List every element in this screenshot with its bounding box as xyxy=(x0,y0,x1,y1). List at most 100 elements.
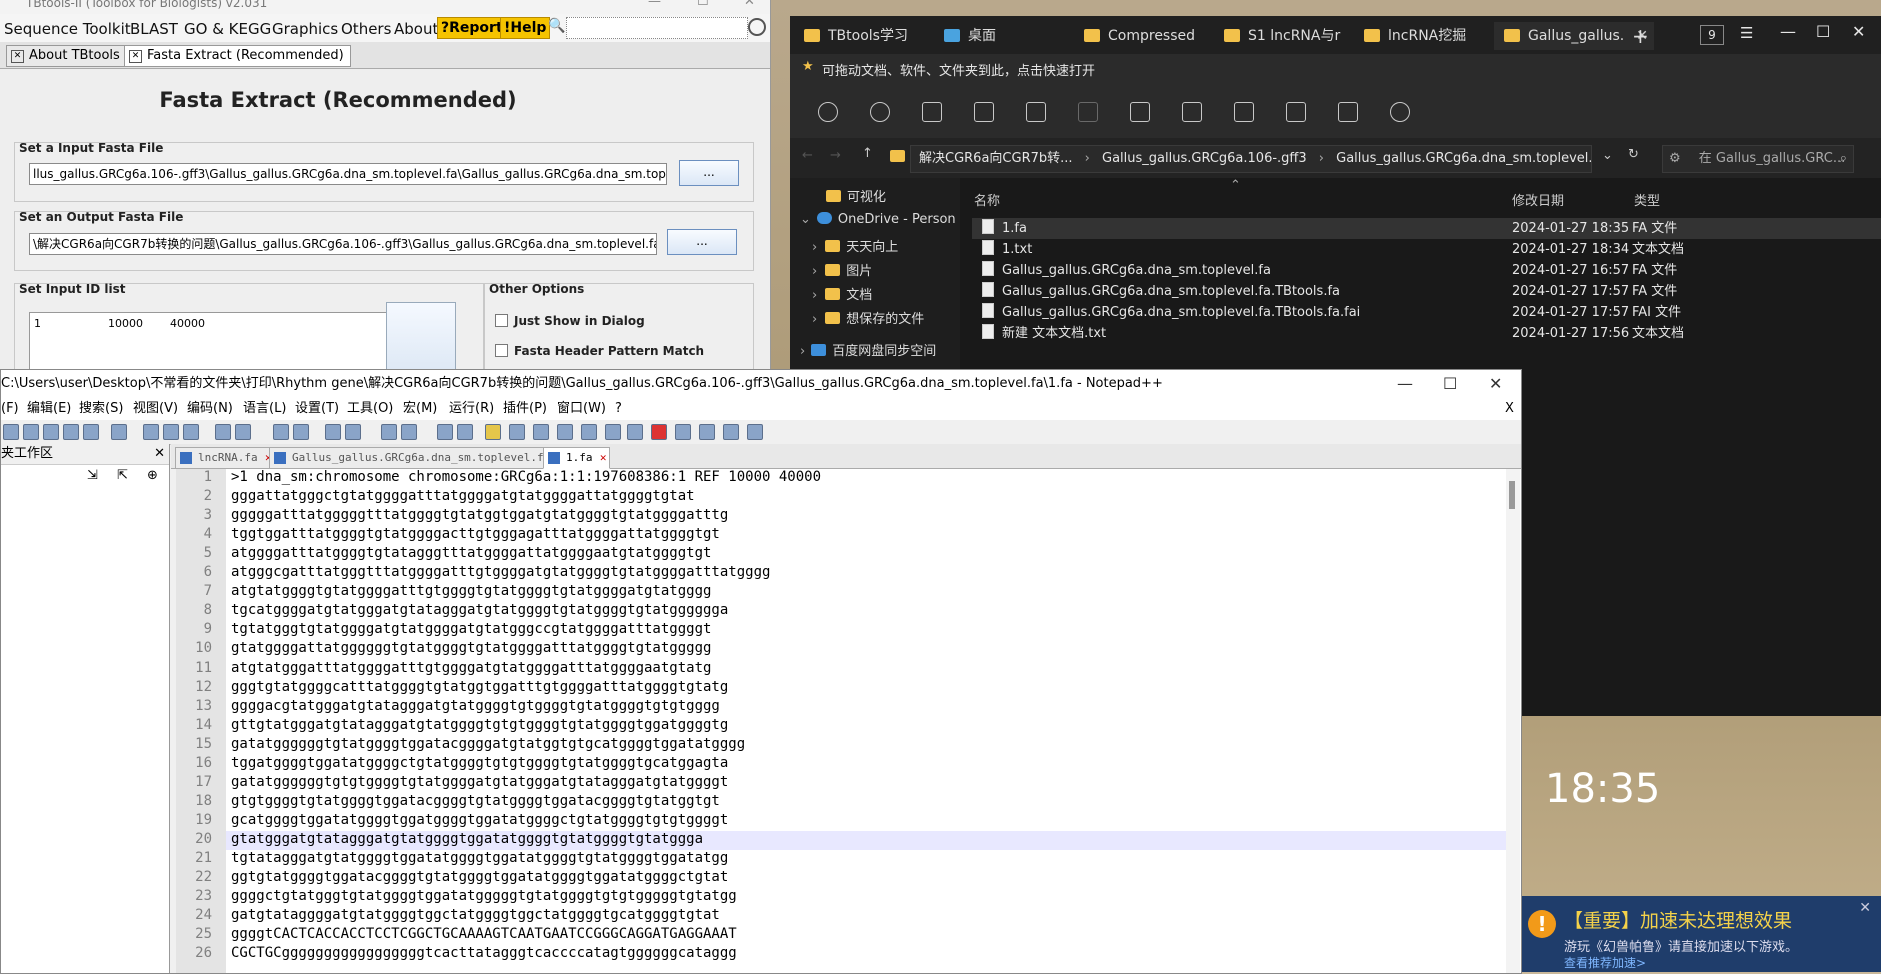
tbtools-search-input[interactable] xyxy=(566,17,748,39)
expand-icon[interactable]: ⇱ xyxy=(117,468,128,483)
code-line[interactable]: gttgtatgggatgtatagggatgtatggggtgtgtggggt… xyxy=(231,717,728,733)
menu-others[interactable]: Others xyxy=(341,20,391,38)
breadcrumb-item[interactable]: Gallus_gallus.GRCg6a.106-.gff3 xyxy=(1102,151,1307,166)
play-macro-icon[interactable] xyxy=(699,424,715,440)
file-row[interactable]: 1.txt 2024-01-27 18:34 文本文档 xyxy=(972,239,1881,260)
close-icon[interactable]: ✕ xyxy=(744,0,755,9)
code-line[interactable]: gatgtataggggatgtatggggtggctatggggtggctat… xyxy=(231,907,720,923)
menu-settings[interactable]: 设置(T) xyxy=(295,398,339,420)
menu-go-kegg[interactable]: GO & KEGG xyxy=(184,20,271,38)
notification-link[interactable]: 查看推荐加速> xyxy=(1564,954,1646,971)
stop-macro-icon[interactable] xyxy=(675,424,691,440)
menu-graphics[interactable]: Graphics xyxy=(272,20,338,38)
tab-about-tbtools[interactable]: ✕ About TBtools xyxy=(6,45,127,67)
code-line[interactable]: gtatggggattatggggggtgtatggggtgtatggggatt… xyxy=(231,640,711,656)
tab-fasta-extract[interactable]: ✕ Fasta Extract (Recommended) xyxy=(124,45,351,67)
search-icon[interactable]: 🔍 xyxy=(548,18,565,34)
copy-icon[interactable] xyxy=(974,102,994,122)
tab-count-badge[interactable]: 9 xyxy=(1700,25,1724,45)
save-all-icon[interactable] xyxy=(43,424,59,440)
sync-scroll-icon[interactable] xyxy=(381,424,397,440)
report-button[interactable]: ?Report xyxy=(437,17,507,39)
code-line[interactable]: gggtgtatggggcatttatggggtgtatggtggatttgtg… xyxy=(231,679,728,695)
menu-file[interactable]: (F) xyxy=(1,398,19,420)
menu-language[interactable]: 语言(L) xyxy=(243,398,286,420)
code-line[interactable]: atgtatggggtgtatggggatttgtggggtgtatggggtg… xyxy=(231,583,711,599)
scrollbar[interactable] xyxy=(1506,469,1520,973)
share-icon[interactable] xyxy=(1234,102,1254,122)
file-row[interactable]: Gallus_gallus.GRCg6a.dna_sm.toplevel.fa.… xyxy=(972,281,1881,302)
code-line[interactable]: gtgtggggtgtatggggtggatacggggtgtatggggtgg… xyxy=(231,793,720,809)
nav-item[interactable]: › 百度网盘同步空间 xyxy=(800,340,936,359)
file-row[interactable]: 新建 文本文档.txt 2024-01-27 17:56 文本文档 xyxy=(972,323,1881,344)
code-line[interactable]: gatatggggggtgtatggggtggatacggggatgtatggt… xyxy=(231,736,745,752)
maximize-icon[interactable]: ☐ xyxy=(1443,370,1457,398)
view-icon[interactable] xyxy=(922,102,942,122)
properties-icon[interactable] xyxy=(1338,102,1358,122)
cut-icon[interactable] xyxy=(1026,102,1046,122)
column-header-name[interactable]: 名称 xyxy=(974,190,1000,209)
id-list-side-button[interactable] xyxy=(386,302,456,374)
browse-output-button[interactable]: ... xyxy=(667,229,737,255)
folder-workspace-icon[interactable] xyxy=(581,424,597,440)
minimize-icon[interactable]: — xyxy=(1397,370,1413,398)
history-icon[interactable] xyxy=(870,102,890,122)
code-line[interactable]: CGCTGCgggggggggggggggggtcacttatagggtcacc… xyxy=(231,945,737,961)
code-line[interactable]: atgtatgggatttatggggatttgtggggatgtatgggga… xyxy=(231,660,711,676)
code-editor[interactable]: 1 2 3 4 5 6 7 8 9 10 11 12 13 14 15 16 17 18 19 20 21 22 23 24 2… xyxy=(176,469,1521,973)
npp-tab[interactable]: Gallus_gallus.GRCg6a.dna_sm.toplevel.fa✕ xyxy=(269,447,568,469)
menu-icon[interactable]: ☰ xyxy=(1740,24,1753,42)
record-macro-icon[interactable] xyxy=(651,424,667,440)
delete-icon[interactable] xyxy=(1182,102,1202,122)
document-map-icon[interactable] xyxy=(533,424,549,440)
menu-search[interactable]: 搜索(S) xyxy=(79,398,123,420)
code-line[interactable]: ggtgtatggggtggatacggggtgtatggggtggatatgg… xyxy=(231,869,728,885)
code-line[interactable]: ggggtCACTCACCACCTCCTCGGCTGCAAAAGTCAATGAA… xyxy=(231,926,737,942)
print-icon[interactable] xyxy=(111,424,127,440)
code-line[interactable]: tggatggggtggatatggggctgtatggggtgtgtggggt… xyxy=(231,755,728,771)
notification-popup[interactable]: ! 【重要】加速未达理想效果 游玩《幻兽帕鲁》请直接加速以下游戏。 查看推荐加速… xyxy=(1520,896,1881,972)
undo-icon[interactable] xyxy=(215,424,231,440)
locate-icon[interactable]: ⊕ xyxy=(147,468,158,483)
code-line[interactable]: gggggatttatgggggtttatggggtgtatggtggatgta… xyxy=(231,507,728,523)
code-line[interactable]: gatatggggggtgtgtggggtgtatggggatgtatgggat… xyxy=(231,774,728,790)
cut-icon[interactable] xyxy=(143,424,159,440)
just-show-in-dialog-checkbox[interactable]: Just Show in Dialog xyxy=(495,314,645,328)
code-line[interactable]: atggggatttatggggtgtatagggtttatggggattatg… xyxy=(231,545,711,561)
new-tab-button[interactable]: + xyxy=(1632,24,1649,48)
nav-item[interactable]: 可视化 xyxy=(826,186,886,205)
code-line[interactable]: >1 dna_sm:chromosome chromosome:GRCg6a:1… xyxy=(231,469,821,485)
menu-about[interactable]: About xyxy=(394,20,438,38)
close-icon[interactable]: ✕ xyxy=(1489,370,1502,398)
save-icon[interactable] xyxy=(23,424,39,440)
close-icon[interactable]: X xyxy=(1505,398,1514,420)
menu-sequence-toolkit[interactable]: Sequence Toolkit xyxy=(4,20,131,38)
minimize-icon[interactable]: — xyxy=(1780,22,1796,41)
refresh-icon[interactable]: ↻ xyxy=(1628,147,1639,162)
code-line[interactable]: gtatgggatgtatagggatgtatggggtggatatggggtg… xyxy=(231,831,703,847)
file-row[interactable]: Gallus_gallus.GRCg6a.dna_sm.toplevel.fa.… xyxy=(972,302,1881,323)
menu-run[interactable]: 运行(R) xyxy=(449,398,494,420)
replace-icon[interactable] xyxy=(293,424,309,440)
menu-edit[interactable]: 编辑(E) xyxy=(27,398,71,420)
copy-icon[interactable] xyxy=(163,424,179,440)
maximize-icon[interactable]: ☐ xyxy=(1816,22,1830,41)
column-header-date[interactable]: 修改日期 xyxy=(1512,190,1564,209)
close-icon[interactable]: ✕ xyxy=(1859,900,1871,916)
npp-tab[interactable]: lncRNA.fa✕ xyxy=(175,447,275,469)
monitoring-icon[interactable] xyxy=(605,424,621,440)
word-wrap-icon[interactable] xyxy=(437,424,453,440)
code-line[interactable]: atgggcgatttatgggtttatggggatttgtggggatgta… xyxy=(231,564,770,580)
code-line[interactable]: tgtatgggtgtatggggatgtatggggatgtatgggccgt… xyxy=(231,621,711,637)
show-all-chars-icon[interactable] xyxy=(457,424,473,440)
nav-item-onedrive[interactable]: ⌄ OneDrive - Person xyxy=(800,212,956,227)
id-list-textarea[interactable]: 1 10000 40000 xyxy=(29,312,387,375)
close-file-icon[interactable] xyxy=(63,424,79,440)
input-fasta-field[interactable]: llus_gallus.GRCg6a.106-.gff3\Gallus_gall… xyxy=(29,163,667,185)
code-line[interactable]: gggattatgggctgtatggggatttatggggatgtatggg… xyxy=(231,488,695,504)
chevron-down-icon[interactable]: ⌄ xyxy=(1602,148,1613,163)
back-icon[interactable]: ← xyxy=(802,148,813,163)
new-file-icon[interactable] xyxy=(3,424,19,440)
up-icon[interactable]: ↑ xyxy=(862,146,873,161)
nav-item[interactable]: › 想保存的文件 xyxy=(812,308,924,327)
